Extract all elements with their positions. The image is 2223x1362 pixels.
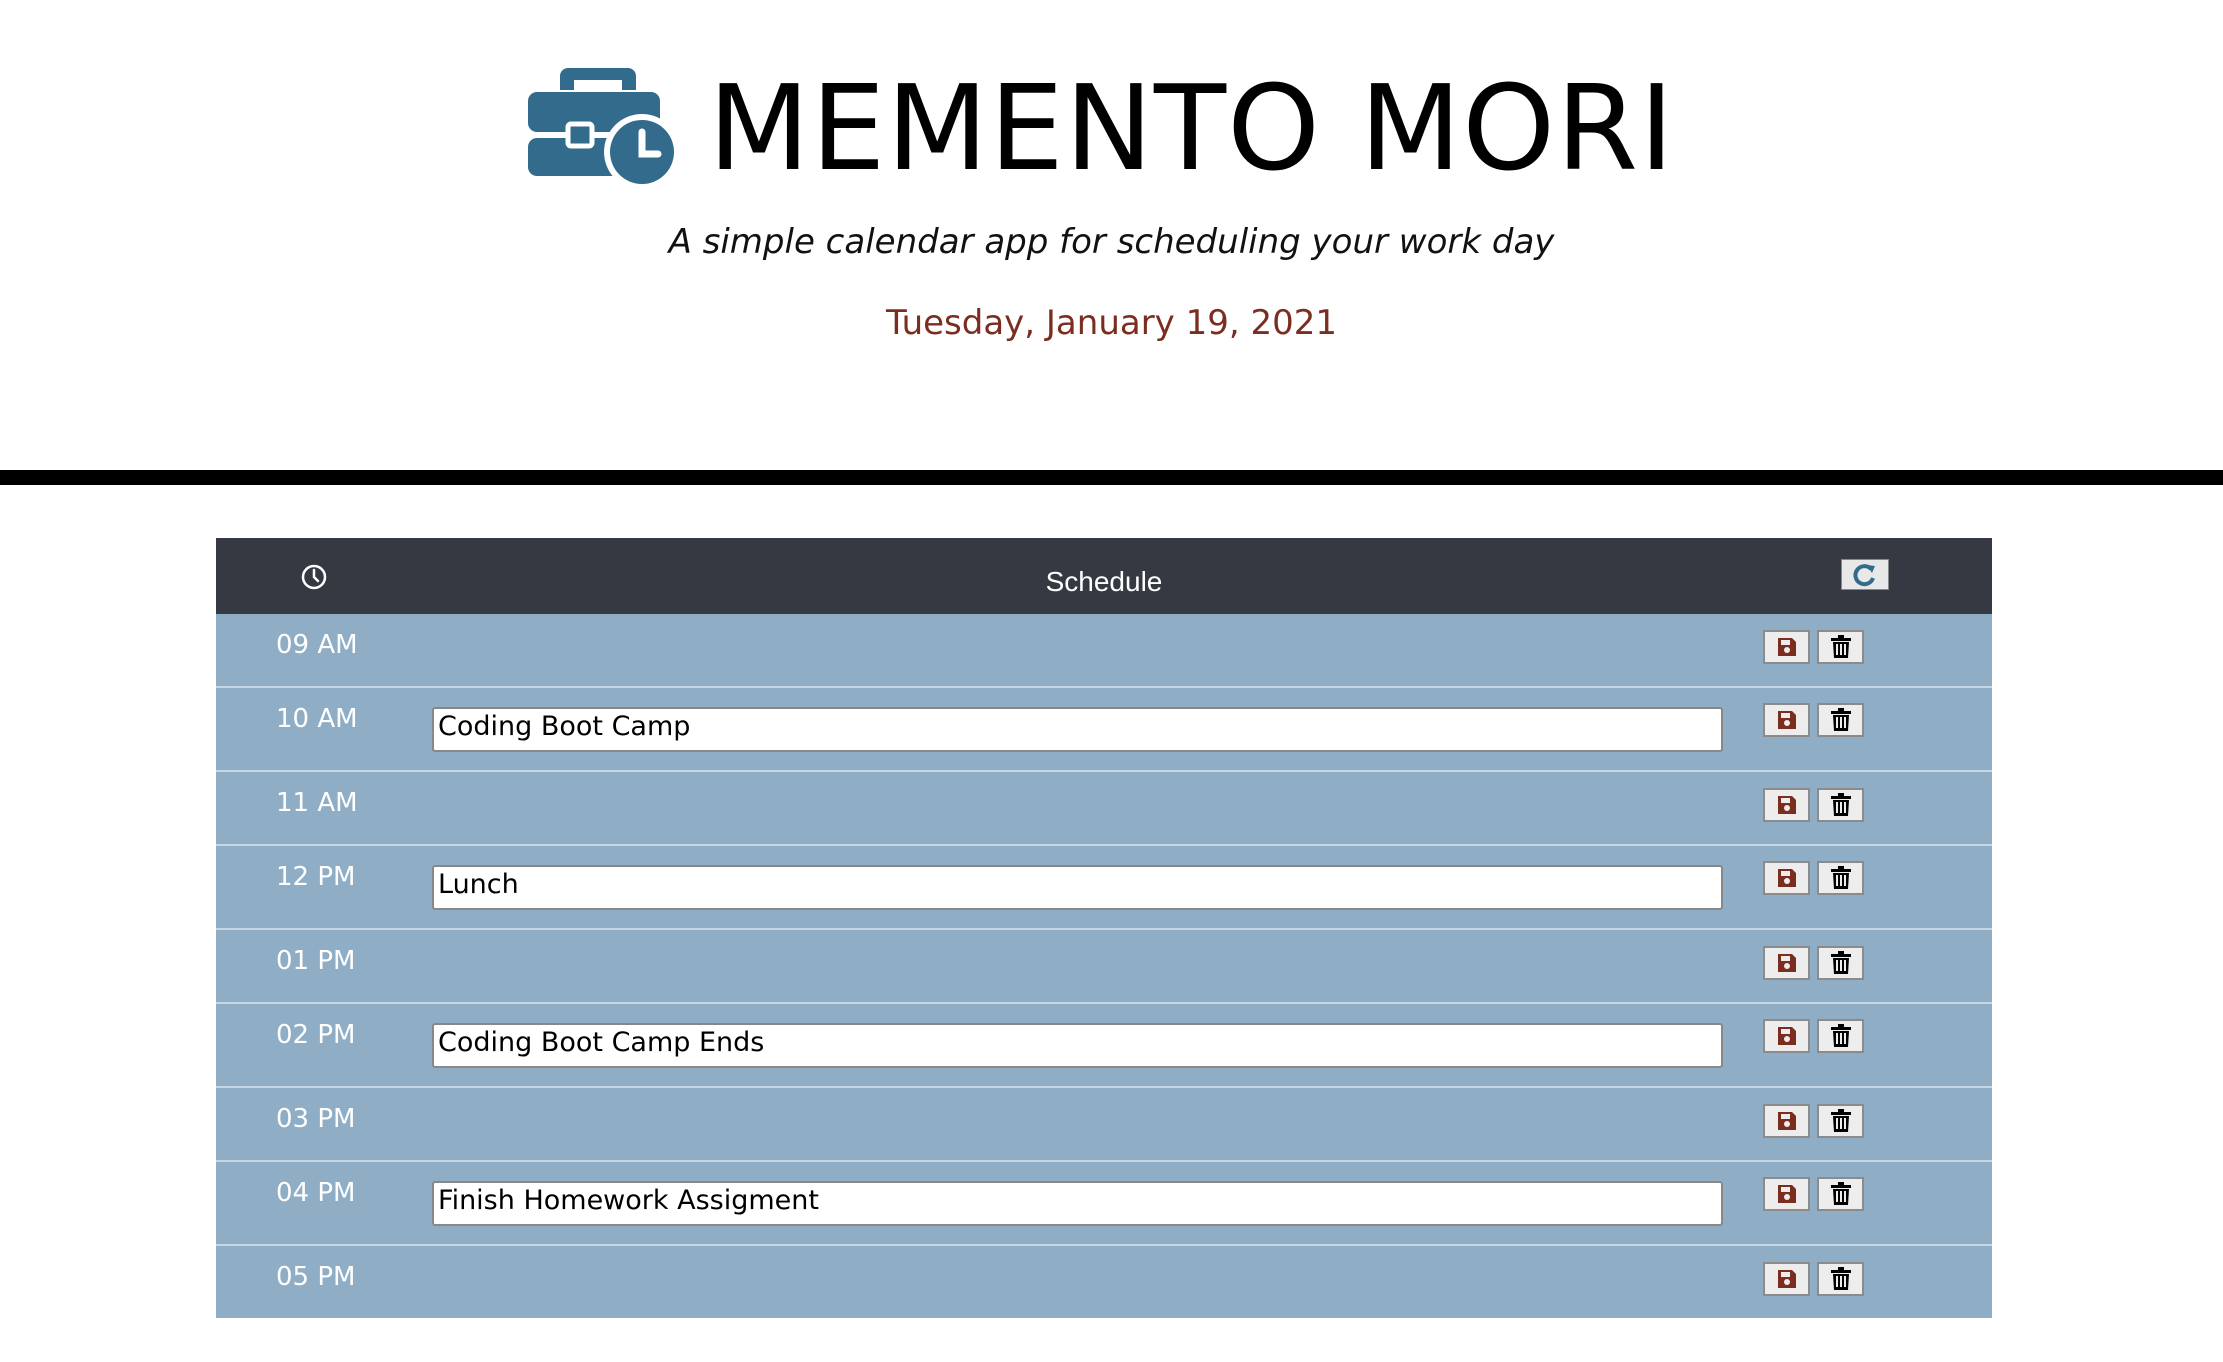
save-button[interactable] <box>1763 703 1810 737</box>
save-icon <box>1777 796 1796 814</box>
delete-button[interactable] <box>1817 1104 1864 1138</box>
save-button[interactable] <box>1763 1262 1810 1296</box>
save-icon <box>1777 638 1796 656</box>
save-icon <box>1777 1270 1796 1288</box>
row-actions <box>1763 946 1871 980</box>
row-actions <box>1763 1104 1871 1138</box>
hour-label: 02 PM <box>276 1020 356 1050</box>
schedule-row: 03 PM <box>216 1086 1992 1160</box>
schedule-row: 04 PM Finish Homework Assigment <box>216 1160 1992 1244</box>
refresh-button[interactable] <box>1841 559 1889 590</box>
hour-label: 05 PM <box>276 1262 356 1292</box>
save-icon <box>1777 1185 1796 1203</box>
page-header: MEMENTO MORI A simple calendar app for s… <box>0 0 2223 470</box>
row-actions <box>1763 1019 1871 1053</box>
app-title: MEMENTO MORI <box>708 59 1675 197</box>
task-input[interactable]: Coding Boot Camp <box>432 707 1723 752</box>
hour-label: 03 PM <box>276 1104 356 1134</box>
row-actions <box>1763 703 1871 737</box>
trash-icon <box>1830 866 1851 889</box>
schedule-row: 12 PM Lunch <box>216 844 1992 928</box>
briefcase-clock-icon <box>528 68 679 190</box>
schedule-row: 10 AM Coding Boot Camp <box>216 686 1992 770</box>
hour-label: 12 PM <box>276 862 356 892</box>
trash-icon <box>1830 1182 1851 1205</box>
title-row: MEMENTO MORI <box>0 55 2223 195</box>
delete-button[interactable] <box>1817 946 1864 980</box>
save-button[interactable] <box>1763 630 1810 664</box>
task-input[interactable]: Coding Boot Camp Ends <box>432 1023 1723 1068</box>
delete-button[interactable] <box>1817 630 1864 664</box>
app-subtitle: A simple calendar app for scheduling you… <box>668 222 1555 262</box>
schedule-row: 05 PM <box>216 1244 1992 1318</box>
row-actions <box>1763 1177 1871 1211</box>
hour-label: 11 AM <box>276 788 358 818</box>
schedule-row: 09 AM <box>216 614 1992 686</box>
save-icon <box>1777 869 1796 887</box>
save-icon <box>1777 1027 1796 1045</box>
schedule-row: 02 PM Coding Boot Camp Ends <box>216 1002 1992 1086</box>
hour-label: 09 AM <box>276 630 358 660</box>
delete-button[interactable] <box>1817 788 1864 822</box>
delete-button[interactable] <box>1817 1177 1864 1211</box>
refresh-icon <box>1853 563 1875 586</box>
save-button[interactable] <box>1763 861 1810 895</box>
delete-button[interactable] <box>1817 1262 1864 1296</box>
trash-icon <box>1830 708 1851 731</box>
save-button[interactable] <box>1763 1104 1810 1138</box>
task-input[interactable]: Finish Homework Assigment <box>432 1181 1723 1226</box>
trash-icon <box>1830 635 1851 658</box>
schedule-row: 01 PM <box>216 928 1992 1002</box>
save-icon <box>1777 1112 1796 1130</box>
task-input[interactable]: Lunch <box>432 865 1723 910</box>
schedule-table: Schedule 09 AM 10 AM Coding Boot Camp 11… <box>216 538 1992 1318</box>
trash-icon <box>1830 1267 1851 1290</box>
row-actions <box>1763 630 1871 664</box>
hour-label: 10 AM <box>276 704 358 734</box>
header-divider <box>0 470 2223 485</box>
save-button[interactable] <box>1763 1177 1810 1211</box>
schedule-title: Schedule <box>1045 566 1163 597</box>
trash-icon <box>1830 951 1851 974</box>
row-actions <box>1763 788 1871 822</box>
trash-icon <box>1830 1024 1851 1047</box>
schedule-row: 11 AM <box>216 770 1992 844</box>
hour-label: 04 PM <box>276 1178 356 1208</box>
delete-button[interactable] <box>1817 1019 1864 1053</box>
save-icon <box>1777 711 1796 729</box>
save-button[interactable] <box>1763 946 1810 980</box>
trash-icon <box>1830 1109 1851 1132</box>
hour-label: 01 PM <box>276 946 356 976</box>
row-actions <box>1763 861 1871 895</box>
save-icon <box>1777 954 1796 972</box>
save-button[interactable] <box>1763 788 1810 822</box>
delete-button[interactable] <box>1817 703 1864 737</box>
delete-button[interactable] <box>1817 861 1864 895</box>
save-button[interactable] <box>1763 1019 1810 1053</box>
trash-icon <box>1830 793 1851 816</box>
row-actions <box>1763 1262 1871 1296</box>
schedule-header: Schedule <box>216 538 1992 614</box>
current-date: Tuesday, January 19, 2021 <box>885 303 1338 343</box>
